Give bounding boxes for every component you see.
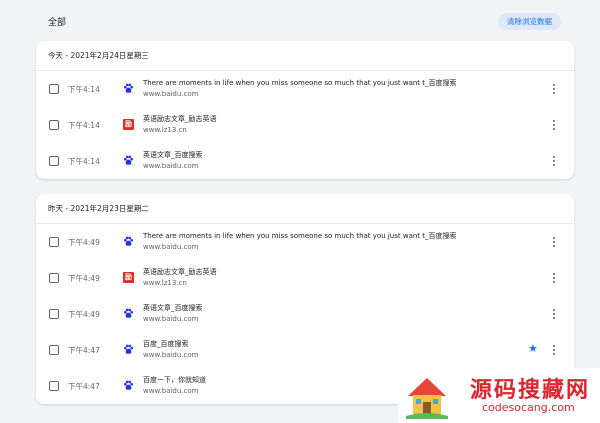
more-actions-icon[interactable] (550, 308, 558, 320)
select-checkbox[interactable] (49, 156, 59, 166)
history-page-link[interactable]: There are moments in life when you miss … (143, 231, 457, 241)
lz13-icon: 励 (123, 119, 134, 130)
lz13-icon: 励 (123, 272, 134, 283)
more-actions-icon[interactable] (550, 119, 558, 131)
select-checkbox[interactable] (49, 84, 59, 94)
visit-time: 下午4:14 (68, 157, 100, 166)
more-actions-icon[interactable] (550, 344, 558, 356)
history-domain: www.baidu.com (143, 351, 199, 359)
watermark-url: codesocang.com (482, 401, 575, 414)
watermark-text: 源码搜藏网 (470, 377, 591, 403)
history-domain: www.baidu.com (143, 387, 199, 395)
page-title: 全部 (48, 18, 67, 28)
bookmark-star-icon[interactable]: ★ (528, 343, 538, 355)
baidu-paw-icon (123, 308, 134, 319)
baidu-paw-icon (123, 155, 134, 166)
clear-browsing-data-button[interactable]: 清除浏览数据 (498, 13, 561, 30)
history-row: 下午4:14 励英语励志文章_励志英语 www.lz13.cn (36, 107, 574, 143)
more-actions-icon[interactable] (550, 83, 558, 95)
visit-time: 下午4:47 (68, 346, 100, 355)
history-page-link[interactable]: 英语励志文章_励志英语 (143, 114, 217, 124)
history-row: 下午4:14 There are moments in life when you… (36, 71, 574, 107)
history-page-link[interactable]: 英语励志文章_励志英语 (143, 267, 217, 277)
visit-time: 下午4:47 (68, 382, 100, 391)
history-domain: www.baidu.com (143, 90, 199, 98)
history-row: 下午4:14 英语文章_百度搜索 www.baidu.com (36, 143, 574, 179)
history-domain: www.lz13.cn (143, 279, 187, 287)
visit-time: 下午4:49 (68, 274, 100, 283)
history-page-link[interactable]: 百度_百度搜索 (143, 339, 189, 349)
history-page-link[interactable]: 百度一下，你就知道 (143, 375, 206, 385)
select-checkbox[interactable] (49, 120, 59, 130)
history-row: 下午4:49 励英语励志文章_励志英语 www.lz13.cn (36, 260, 574, 296)
site-watermark: 源码搜藏网 codesocang.com (398, 368, 600, 423)
visit-time: 下午4:14 (68, 121, 100, 130)
history-page-link[interactable]: 英语文章_百度搜索 (143, 150, 203, 160)
select-checkbox[interactable] (49, 381, 59, 391)
top-bar: 全部 清除浏览数据 (0, 0, 600, 36)
history-row: 下午4:49 There are moments in life when you… (36, 224, 574, 260)
select-checkbox[interactable] (49, 309, 59, 319)
history-date-header: 今天 - 2021年2月24日星期三 (36, 41, 574, 71)
baidu-paw-icon (123, 236, 134, 247)
history-domain: www.lz13.cn (143, 126, 187, 134)
select-checkbox[interactable] (49, 345, 59, 355)
house-logo-icon (406, 378, 448, 419)
history-row: 下午4:49 英语文章_百度搜索 www.baidu.com (36, 296, 574, 332)
history-group-today: 今天 - 2021年2月24日星期三 下午4:14 There are momen… (36, 41, 574, 179)
more-actions-icon[interactable] (550, 236, 558, 248)
select-checkbox[interactable] (49, 237, 59, 247)
visit-time: 下午4:14 (68, 85, 100, 94)
baidu-paw-icon (123, 83, 134, 94)
select-checkbox[interactable] (49, 273, 59, 283)
more-actions-icon[interactable] (550, 155, 558, 167)
history-date-header: 昨天 - 2021年2月23日星期二 (36, 194, 574, 224)
visit-time: 下午4:49 (68, 238, 100, 247)
history-domain: www.baidu.com (143, 243, 199, 251)
history-row: 下午4:47 百度_百度搜索 www.baidu.com ★ (36, 332, 574, 368)
history-domain: www.baidu.com (143, 315, 199, 323)
baidu-paw-icon (123, 380, 134, 391)
history-domain: www.baidu.com (143, 162, 199, 170)
baidu-paw-icon (123, 344, 134, 355)
history-page-link[interactable]: 英语文章_百度搜索 (143, 303, 203, 313)
history-page-link[interactable]: There are moments in life when you miss … (143, 78, 457, 88)
more-actions-icon[interactable] (550, 272, 558, 284)
visit-time: 下午4:49 (68, 310, 100, 319)
